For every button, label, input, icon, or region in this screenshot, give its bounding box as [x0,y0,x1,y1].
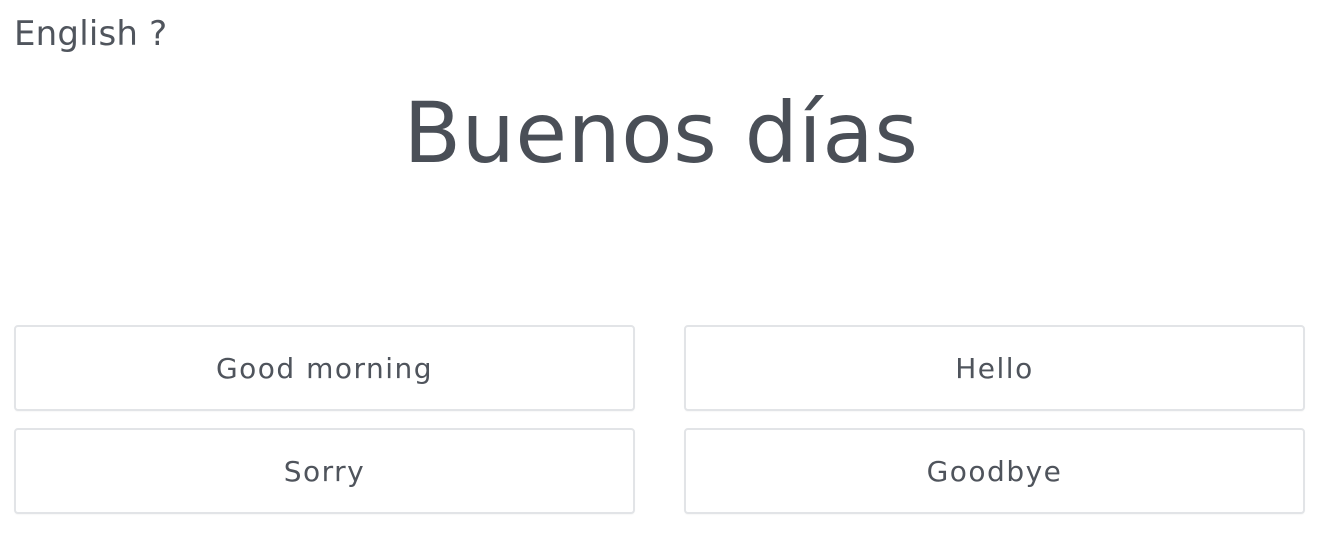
answer-button-sorry[interactable]: Sorry [14,428,635,514]
answer-button-hello[interactable]: Hello [684,325,1305,411]
target-language-prompt: English ? [14,14,168,54]
answer-label: Good morning [215,351,434,385]
question-phrase: Buenos días [403,84,919,182]
answer-label: Goodbye [926,454,1063,488]
answer-options: Good morning Hello Sorry Goodbye [14,325,1305,514]
answer-button-good-morning[interactable]: Good morning [14,325,635,411]
answer-label: Hello [955,351,1034,385]
answer-label: Sorry [283,454,366,488]
answer-button-goodbye[interactable]: Goodbye [684,428,1305,514]
